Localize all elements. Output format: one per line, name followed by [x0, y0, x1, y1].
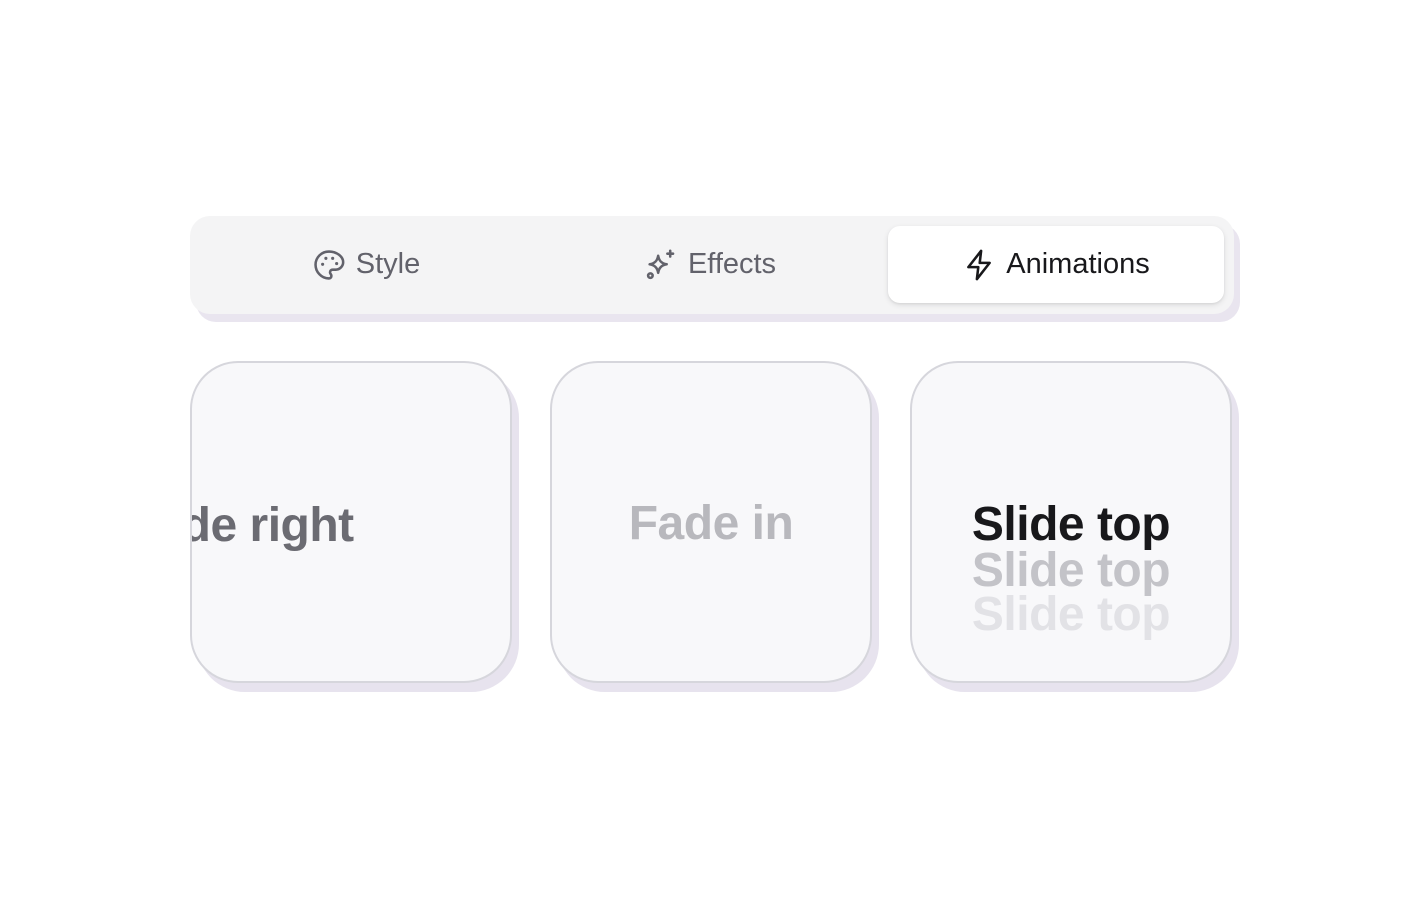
tab-animations[interactable]: Animations [888, 226, 1224, 303]
tab-animations-label: Animations [1006, 248, 1150, 280]
lightning-icon [962, 248, 996, 282]
animation-card-fade-in[interactable]: Fade in [550, 361, 872, 683]
tab-effects[interactable]: Effects [542, 226, 878, 303]
slide-top-label: Slide top [971, 498, 1171, 551]
fade-in-label: Fade in [628, 497, 794, 550]
animation-picker: Style Effects Animations lide right [0, 0, 1421, 900]
slide-top-trail-2: Slide top [971, 588, 1171, 641]
animation-card-slide-top[interactable]: Slide top Slide top Slide top [910, 361, 1232, 683]
tab-effects-label: Effects [687, 248, 777, 280]
palette-icon [312, 248, 346, 282]
animation-card-slide-right[interactable]: lide right [190, 361, 512, 683]
tab-style-label: Style [355, 248, 421, 280]
tab-bar: Style Effects Animations [190, 216, 1234, 314]
sparkles-icon [644, 248, 678, 282]
slide-top-stack: Slide top Slide top Slide top [912, 498, 1230, 641]
slide-right-label: lide right [192, 499, 354, 552]
tab-style[interactable]: Style [198, 226, 534, 303]
